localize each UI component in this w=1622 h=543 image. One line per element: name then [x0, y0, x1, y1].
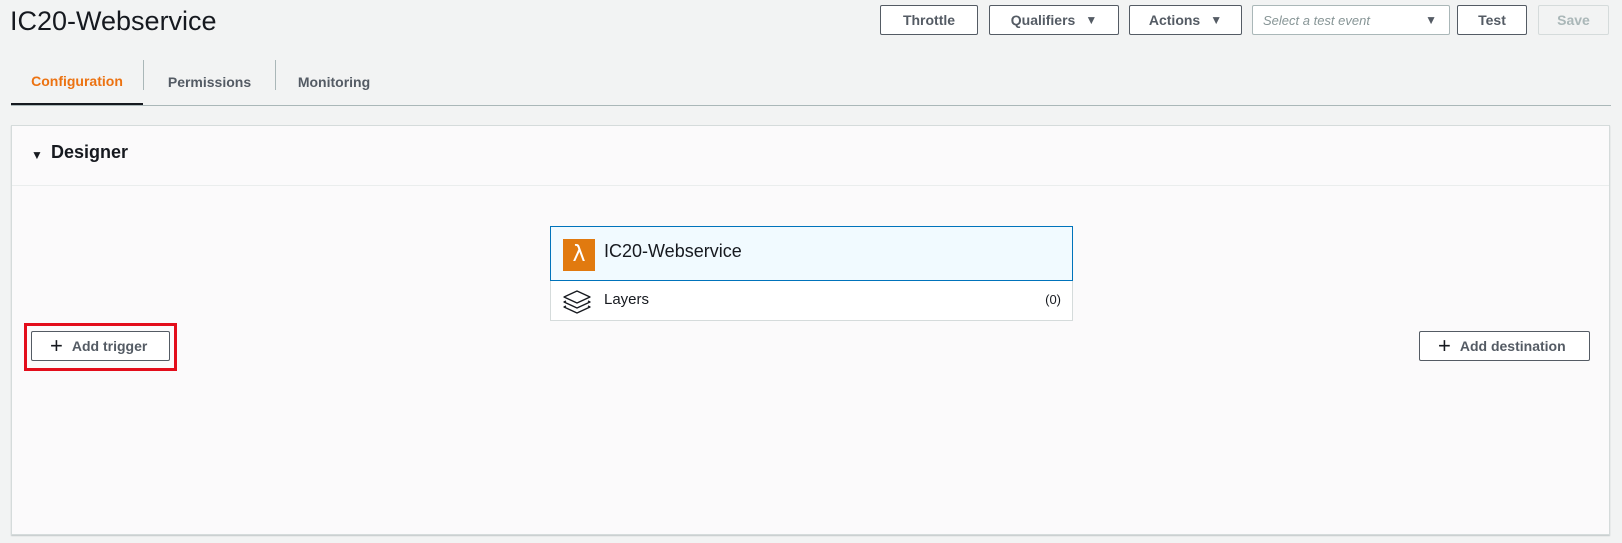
add-trigger-label: Add trigger: [71, 338, 148, 354]
tab-monitoring[interactable]: Monitoring: [276, 59, 392, 105]
caret-down-icon: ▼: [1210, 13, 1223, 27]
qualifiers-button[interactable]: Qualifiers ▼: [989, 5, 1119, 35]
add-trigger-button[interactable]: + Add trigger: [31, 331, 170, 361]
throttle-label: Throttle: [902, 12, 956, 28]
layers-count: (0): [1045, 292, 1061, 307]
test-label: Test: [1478, 12, 1506, 28]
tab-configuration-label: Configuration: [31, 73, 123, 89]
test-event-select[interactable]: Select a test event ▼: [1252, 5, 1450, 35]
tab-permissions[interactable]: Permissions: [144, 59, 275, 105]
layers-label: Layers: [604, 291, 650, 308]
add-destination-label: Add destination: [1459, 338, 1566, 354]
tab-bar: Configuration Permissions Monitoring: [11, 59, 1611, 106]
lambda-icon: λ: [563, 239, 595, 271]
save-button[interactable]: Save: [1538, 5, 1609, 35]
qualifiers-label: Qualifiers: [1010, 12, 1076, 28]
test-event-placeholder: Select a test event: [1263, 12, 1370, 28]
save-label: Save: [1557, 12, 1590, 28]
add-destination-button[interactable]: + Add destination: [1419, 331, 1590, 361]
caret-down-icon: ▼: [1425, 13, 1437, 27]
function-card: λ IC20-Webservice Layers (0): [550, 226, 1073, 321]
designer-panel: ▼ Designer λ IC20-Webservice Layers (0) …: [11, 125, 1610, 535]
function-name: IC20-Webservice: [604, 241, 742, 261]
page-title: IC20-Webservice: [10, 6, 217, 36]
caret-down-icon[interactable]: ▼: [31, 148, 43, 162]
designer-title: Designer: [51, 142, 129, 162]
designer-header[interactable]: ▼ Designer: [12, 126, 1609, 186]
test-button[interactable]: Test: [1457, 5, 1527, 35]
actions-button[interactable]: Actions ▼: [1129, 5, 1242, 35]
caret-down-icon: ▼: [1085, 13, 1098, 27]
actions-label: Actions: [1148, 12, 1201, 28]
layers-row[interactable]: Layers (0): [551, 282, 1072, 321]
layers-icon: [563, 290, 591, 314]
throttle-button[interactable]: Throttle: [880, 5, 978, 35]
tab-permissions-label: Permissions: [167, 74, 252, 90]
function-node[interactable]: λ IC20-Webservice: [550, 226, 1073, 281]
tab-monitoring-label: Monitoring: [297, 74, 371, 90]
plus-icon: +: [50, 333, 63, 358]
tab-configuration[interactable]: Configuration: [11, 59, 143, 105]
plus-icon: +: [1438, 333, 1451, 358]
